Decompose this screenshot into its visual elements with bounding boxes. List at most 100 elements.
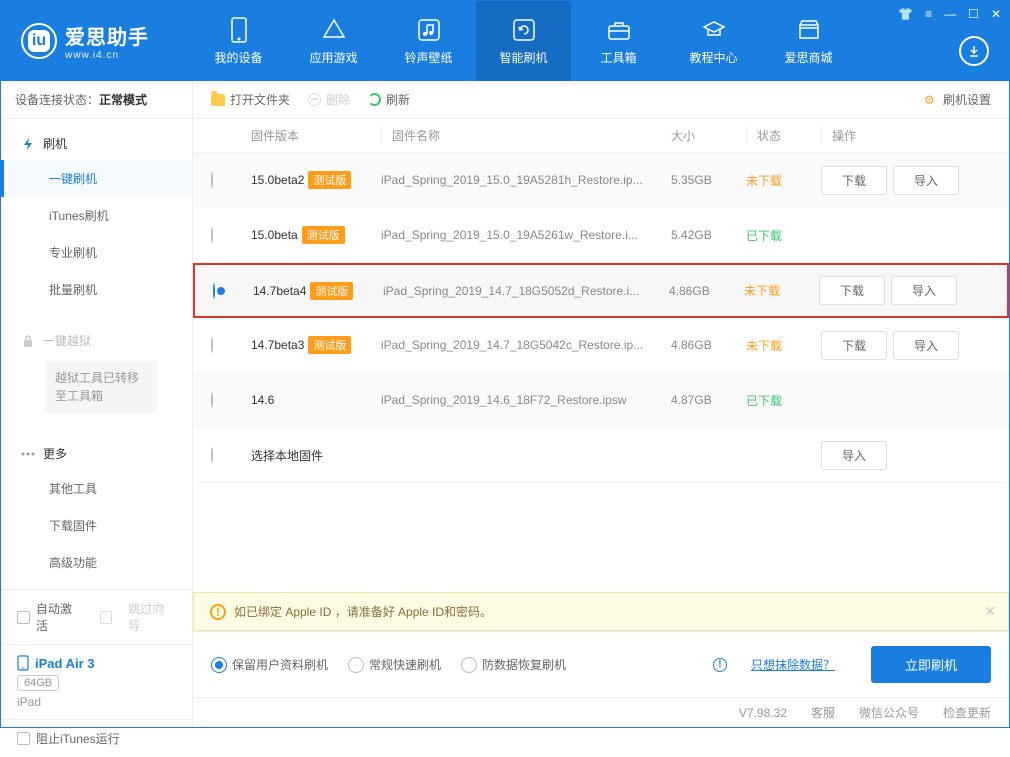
action-button[interactable]: 导入 bbox=[821, 441, 887, 470]
graduation-icon bbox=[701, 17, 727, 43]
logo: iu 爱思助手 www.i4.cn bbox=[1, 21, 191, 61]
table-row[interactable]: 14.6iPad_Spring_2019_14.6_18F72_Restore.… bbox=[193, 373, 1009, 428]
phone-icon bbox=[226, 17, 252, 43]
minimize-button[interactable]: — bbox=[944, 7, 956, 21]
sidebar-head-flash[interactable]: 刷机 bbox=[1, 127, 192, 160]
row-radio[interactable] bbox=[213, 283, 215, 299]
table-row[interactable]: 15.0beta2测试版iPad_Spring_2019_15.0_19A528… bbox=[193, 153, 1009, 208]
statusbar: V7.98.32 客服 微信公众号 检查更新 bbox=[193, 697, 1009, 727]
sidebar-item-download[interactable]: 下载固件 bbox=[1, 507, 192, 544]
download-button[interactable] bbox=[959, 36, 989, 66]
more-icon bbox=[21, 447, 35, 461]
gear-icon: ⚙ bbox=[924, 93, 938, 107]
warning-close-button[interactable]: ✕ bbox=[984, 603, 996, 620]
nav-toolbox[interactable]: 工具箱 bbox=[571, 1, 666, 81]
skip-guide-checkbox[interactable] bbox=[100, 611, 113, 624]
action-button[interactable]: 导入 bbox=[893, 166, 959, 195]
main-nav: 我的设备 应用游戏 铃声壁纸 智能刷机 工具箱 教程中心 爱思商城 bbox=[191, 1, 856, 81]
beta-badge: 测试版 bbox=[308, 171, 351, 189]
music-icon bbox=[416, 17, 442, 43]
flash-opt-antirecovery[interactable]: 防数据恢复刷机 bbox=[461, 656, 566, 673]
row-radio[interactable] bbox=[211, 227, 213, 243]
version-text: 15.0beta bbox=[251, 228, 298, 242]
refresh-button[interactable]: 刷新 bbox=[368, 91, 410, 108]
action-button[interactable]: 下载 bbox=[819, 276, 885, 305]
auto-activate-checkbox[interactable] bbox=[17, 611, 30, 624]
sidebar-head-more[interactable]: 更多 bbox=[1, 437, 192, 470]
firmware-name: iPad_Spring_2019_14.7_18G5042c_Restore.i… bbox=[381, 338, 671, 352]
main-content: 打开文件夹 删除 刷新 ⚙刷机设置 固件版本 固件名称 大小 状态 操作 15.… bbox=[193, 81, 1009, 727]
table-row[interactable]: 14.7beta4测试版iPad_Spring_2019_14.7_18G505… bbox=[193, 263, 1009, 318]
sidebar-item-pro[interactable]: 专业刷机 bbox=[1, 234, 192, 271]
service-link[interactable]: 客服 bbox=[811, 704, 835, 721]
open-folder-button[interactable]: 打开文件夹 bbox=[211, 91, 290, 108]
store-icon bbox=[796, 17, 822, 43]
apps-icon bbox=[321, 17, 347, 43]
flash-opt-normal[interactable]: 常规快速刷机 bbox=[348, 656, 441, 673]
erase-data-link[interactable]: 只想抹除数据？ bbox=[751, 656, 835, 673]
table-row[interactable]: 14.7beta3 测试版 iPad_Spring_2019_14.7_18G504… bbox=[193, 318, 1009, 373]
nav-tutorial[interactable]: 教程中心 bbox=[666, 1, 761, 81]
nav-flash[interactable]: 智能刷机 bbox=[476, 1, 571, 81]
radio-icon bbox=[211, 657, 227, 673]
version-text: 14.7beta3 bbox=[251, 338, 304, 352]
check-update-link[interactable]: 检查更新 bbox=[943, 704, 991, 721]
wechat-link[interactable]: 微信公众号 bbox=[859, 704, 919, 721]
firmware-size: 5.35GB bbox=[671, 173, 746, 187]
nav-store[interactable]: 爱思商城 bbox=[761, 1, 856, 81]
shirt-icon[interactable]: 👕 bbox=[898, 7, 913, 21]
sidebar-item-advanced[interactable]: 高级功能 bbox=[1, 544, 192, 581]
nav-ringtones[interactable]: 铃声壁纸 bbox=[381, 1, 476, 81]
maximize-button[interactable]: ☐ bbox=[968, 7, 979, 21]
sidebar-item-other[interactable]: 其他工具 bbox=[1, 470, 192, 507]
row-radio[interactable] bbox=[211, 337, 213, 353]
info-icon[interactable]: ! bbox=[713, 658, 727, 672]
sidebar: 设备连接状态：正常模式 刷机 一键刷机 iTunes刷机 专业刷机 批量刷机 一… bbox=[1, 81, 193, 727]
action-button[interactable]: 导入 bbox=[891, 276, 957, 305]
version-text: 选择本地固件 bbox=[251, 449, 323, 463]
toolbox-icon bbox=[606, 17, 632, 43]
flash-now-button[interactable]: 立即刷机 bbox=[871, 646, 991, 683]
table-header: 固件版本 固件名称 大小 状态 操作 bbox=[193, 119, 1009, 153]
beta-badge: 测试版 bbox=[302, 226, 345, 244]
nav-apps[interactable]: 应用游戏 bbox=[286, 1, 381, 81]
device-info: iPad Air 3 64GB iPad bbox=[1, 644, 192, 719]
action-button[interactable]: 下载 bbox=[821, 331, 887, 360]
flash-opt-keep-data[interactable]: 保留用户资料刷机 bbox=[211, 656, 328, 673]
brand-url: www.i4.cn bbox=[65, 50, 149, 61]
sidebar-item-batch[interactable]: 批量刷机 bbox=[1, 271, 192, 308]
delete-button[interactable]: 删除 bbox=[308, 91, 350, 108]
firmware-size: 5.42GB bbox=[671, 228, 746, 242]
radio-icon bbox=[461, 657, 477, 673]
block-itunes-checkbox[interactable] bbox=[17, 732, 30, 745]
firmware-size: 4.86GB bbox=[669, 284, 744, 298]
firmware-name: iPad_Spring_2019_14.6_18F72_Restore.ipsw bbox=[381, 393, 671, 407]
action-button[interactable]: 下载 bbox=[821, 166, 887, 195]
header: iu 爱思助手 www.i4.cn 我的设备 应用游戏 铃声壁纸 智能刷机 工具… bbox=[1, 1, 1009, 81]
flash-icon bbox=[21, 137, 35, 151]
row-radio[interactable] bbox=[211, 447, 213, 463]
refresh-icon bbox=[368, 93, 381, 106]
auto-activate-row: 自动激活 跳过向导 bbox=[1, 589, 192, 644]
toolbar: 打开文件夹 删除 刷新 ⚙刷机设置 bbox=[193, 81, 1009, 119]
table-row[interactable]: 选择本地固件 导入 bbox=[193, 428, 1009, 483]
folder-icon bbox=[211, 94, 225, 106]
flash-settings-button[interactable]: ⚙刷机设置 bbox=[924, 91, 991, 108]
sidebar-item-itunes[interactable]: iTunes刷机 bbox=[1, 197, 192, 234]
sidebar-item-oneclick[interactable]: 一键刷机 bbox=[1, 160, 192, 197]
action-button[interactable]: 导入 bbox=[893, 331, 959, 360]
beta-badge: 测试版 bbox=[308, 336, 351, 354]
menu-icon[interactable]: ≡ bbox=[925, 7, 932, 21]
refresh-icon bbox=[511, 17, 537, 43]
connection-status: 设备连接状态：正常模式 bbox=[1, 81, 192, 119]
device-icon bbox=[17, 655, 29, 671]
window-controls: 👕 ≡ — ☐ ✕ bbox=[898, 7, 1001, 21]
close-button[interactable]: ✕ bbox=[991, 7, 1001, 21]
warning-icon: ! bbox=[210, 604, 226, 620]
row-radio[interactable] bbox=[211, 172, 213, 188]
block-itunes-row: 阻止iTunes运行 bbox=[1, 719, 192, 757]
row-radio[interactable] bbox=[211, 392, 213, 408]
firmware-name: iPad_Spring_2019_15.0_19A5281h_Restore.i… bbox=[381, 173, 671, 187]
table-row[interactable]: 15.0beta测试版iPad_Spring_2019_15.0_19A5261… bbox=[193, 208, 1009, 263]
nav-my-device[interactable]: 我的设备 bbox=[191, 1, 286, 81]
